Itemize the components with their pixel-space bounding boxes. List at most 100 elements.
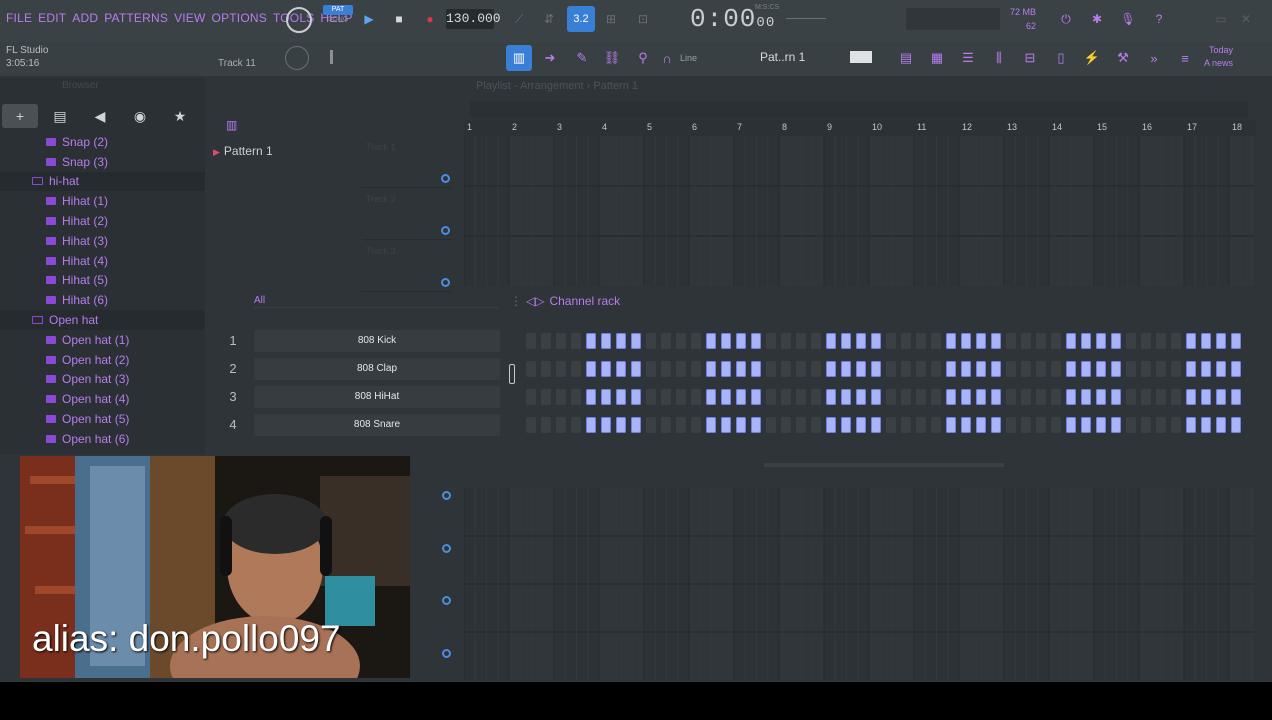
step-button[interactable] xyxy=(1111,361,1121,377)
step-button[interactable] xyxy=(1066,417,1076,433)
step-button[interactable] xyxy=(871,389,881,405)
step-button[interactable] xyxy=(706,333,716,349)
step-button[interactable] xyxy=(946,417,956,433)
browser-file[interactable]: Hihat (2) xyxy=(0,211,205,231)
channel-rack-icon[interactable]: ▦ xyxy=(925,46,949,70)
step-button[interactable] xyxy=(1171,417,1181,433)
timeline-ruler[interactable]: 1 2 3 4 5 6 7 8 9 10 11 12 13 14 15 16 17 18 xyxy=(464,120,1256,136)
step-button[interactable] xyxy=(826,417,836,433)
step-button[interactable] xyxy=(886,361,896,377)
step-button[interactable] xyxy=(961,417,971,433)
step-button[interactable] xyxy=(1171,389,1181,405)
step-button[interactable] xyxy=(841,333,851,349)
step-button[interactable] xyxy=(1051,361,1061,377)
step-button[interactable] xyxy=(586,417,596,433)
step-button[interactable] xyxy=(1081,333,1091,349)
step-button[interactable] xyxy=(766,389,776,405)
step-button[interactable] xyxy=(1231,361,1241,377)
lower-playlist-grid[interactable] xyxy=(463,488,1272,680)
step-button[interactable] xyxy=(1021,389,1031,405)
step-button[interactable] xyxy=(1126,333,1136,349)
step-button[interactable] xyxy=(1006,389,1016,405)
step-button[interactable] xyxy=(631,361,641,377)
menu-item-add[interactable]: ADD xyxy=(72,11,98,25)
step-button[interactable] xyxy=(1096,333,1106,349)
step-button[interactable] xyxy=(886,333,896,349)
step-button[interactable] xyxy=(706,417,716,433)
step-button[interactable] xyxy=(526,361,536,377)
step-button[interactable] xyxy=(1021,333,1031,349)
track-enable-icon[interactable] xyxy=(442,596,451,605)
step-button[interactable] xyxy=(586,361,596,377)
step-button[interactable] xyxy=(841,417,851,433)
step-button[interactable] xyxy=(811,361,821,377)
step-button[interactable] xyxy=(1231,389,1241,405)
line-selector[interactable]: Line xyxy=(680,50,740,66)
step-button[interactable] xyxy=(541,333,551,349)
master-slider[interactable] xyxy=(330,50,333,64)
track-enable-icon[interactable] xyxy=(441,226,450,235)
channel-number[interactable]: 3 xyxy=(218,386,248,408)
track-header[interactable]: Track 3 xyxy=(362,240,452,292)
step-button[interactable] xyxy=(1126,361,1136,377)
stamp-icon[interactable]: ⚲ xyxy=(631,46,655,70)
step-button[interactable] xyxy=(961,389,971,405)
track-header[interactable]: Track 1 xyxy=(362,136,452,188)
step-button[interactable] xyxy=(871,417,881,433)
snap-indicator[interactable]: 3.2 xyxy=(567,6,595,32)
step-button[interactable] xyxy=(931,417,941,433)
channel-name-button[interactable]: 808 Kick xyxy=(254,330,500,352)
step-button[interactable] xyxy=(856,417,866,433)
metronome-icon[interactable]: ⟋ xyxy=(508,8,530,30)
record-icon[interactable]: ● xyxy=(419,8,441,30)
step-button[interactable] xyxy=(781,333,791,349)
step-button[interactable] xyxy=(541,389,551,405)
track-enable-icon[interactable] xyxy=(441,174,450,183)
step-button[interactable] xyxy=(571,417,581,433)
step-button[interactable] xyxy=(1036,333,1046,349)
step-button[interactable] xyxy=(691,333,701,349)
step-button[interactable] xyxy=(1141,417,1151,433)
step-button[interactable] xyxy=(901,333,911,349)
browser-file[interactable]: Hihat (3) xyxy=(0,231,205,251)
pencil-icon[interactable]: ✎ xyxy=(570,46,594,70)
browser-file[interactable]: Snap (3) xyxy=(0,152,205,172)
step-button[interactable] xyxy=(586,389,596,405)
step-button[interactable] xyxy=(1231,333,1241,349)
step-button[interactable] xyxy=(826,389,836,405)
brush-icon[interactable]: ⚒ xyxy=(1111,46,1135,70)
wait-input-icon[interactable]: ⇵ xyxy=(538,8,560,30)
star-icon[interactable]: ★ xyxy=(160,102,200,130)
step-button[interactable] xyxy=(871,333,881,349)
step-button[interactable] xyxy=(721,333,731,349)
step-button[interactable] xyxy=(736,361,746,377)
step-button[interactable] xyxy=(571,389,581,405)
step-button[interactable] xyxy=(1111,333,1121,349)
sliders-icon[interactable]: ⫼ xyxy=(987,46,1011,70)
step-button[interactable] xyxy=(661,333,671,349)
track-enable-icon[interactable] xyxy=(442,648,451,658)
channel-rack-scrollbar[interactable] xyxy=(764,463,1004,467)
menu-item-view[interactable]: VIEW xyxy=(174,11,205,25)
step-button[interactable] xyxy=(721,361,731,377)
track-enable-icon[interactable] xyxy=(441,278,450,287)
stop-icon[interactable]: ■ xyxy=(388,8,410,30)
step-button[interactable] xyxy=(946,389,956,405)
step-button[interactable] xyxy=(646,417,656,433)
forward-icon[interactable]: » xyxy=(1142,46,1166,70)
step-button[interactable] xyxy=(931,333,941,349)
step-button[interactable] xyxy=(691,361,701,377)
step-button[interactable] xyxy=(811,333,821,349)
step-button[interactable] xyxy=(631,333,641,349)
step-button[interactable] xyxy=(1051,389,1061,405)
step-button[interactable] xyxy=(901,417,911,433)
step-button[interactable] xyxy=(1051,417,1061,433)
browser-file[interactable]: Open hat (5) xyxy=(0,409,205,429)
loop-record-icon[interactable]: ⊡ xyxy=(632,8,654,30)
playlist-grid[interactable] xyxy=(463,136,1272,286)
step-button[interactable] xyxy=(601,361,611,377)
step-button[interactable] xyxy=(526,333,536,349)
channel-number[interactable]: 2 xyxy=(218,358,248,380)
step-button[interactable] xyxy=(616,361,626,377)
power-icon[interactable]: ⏻ xyxy=(1055,8,1077,30)
